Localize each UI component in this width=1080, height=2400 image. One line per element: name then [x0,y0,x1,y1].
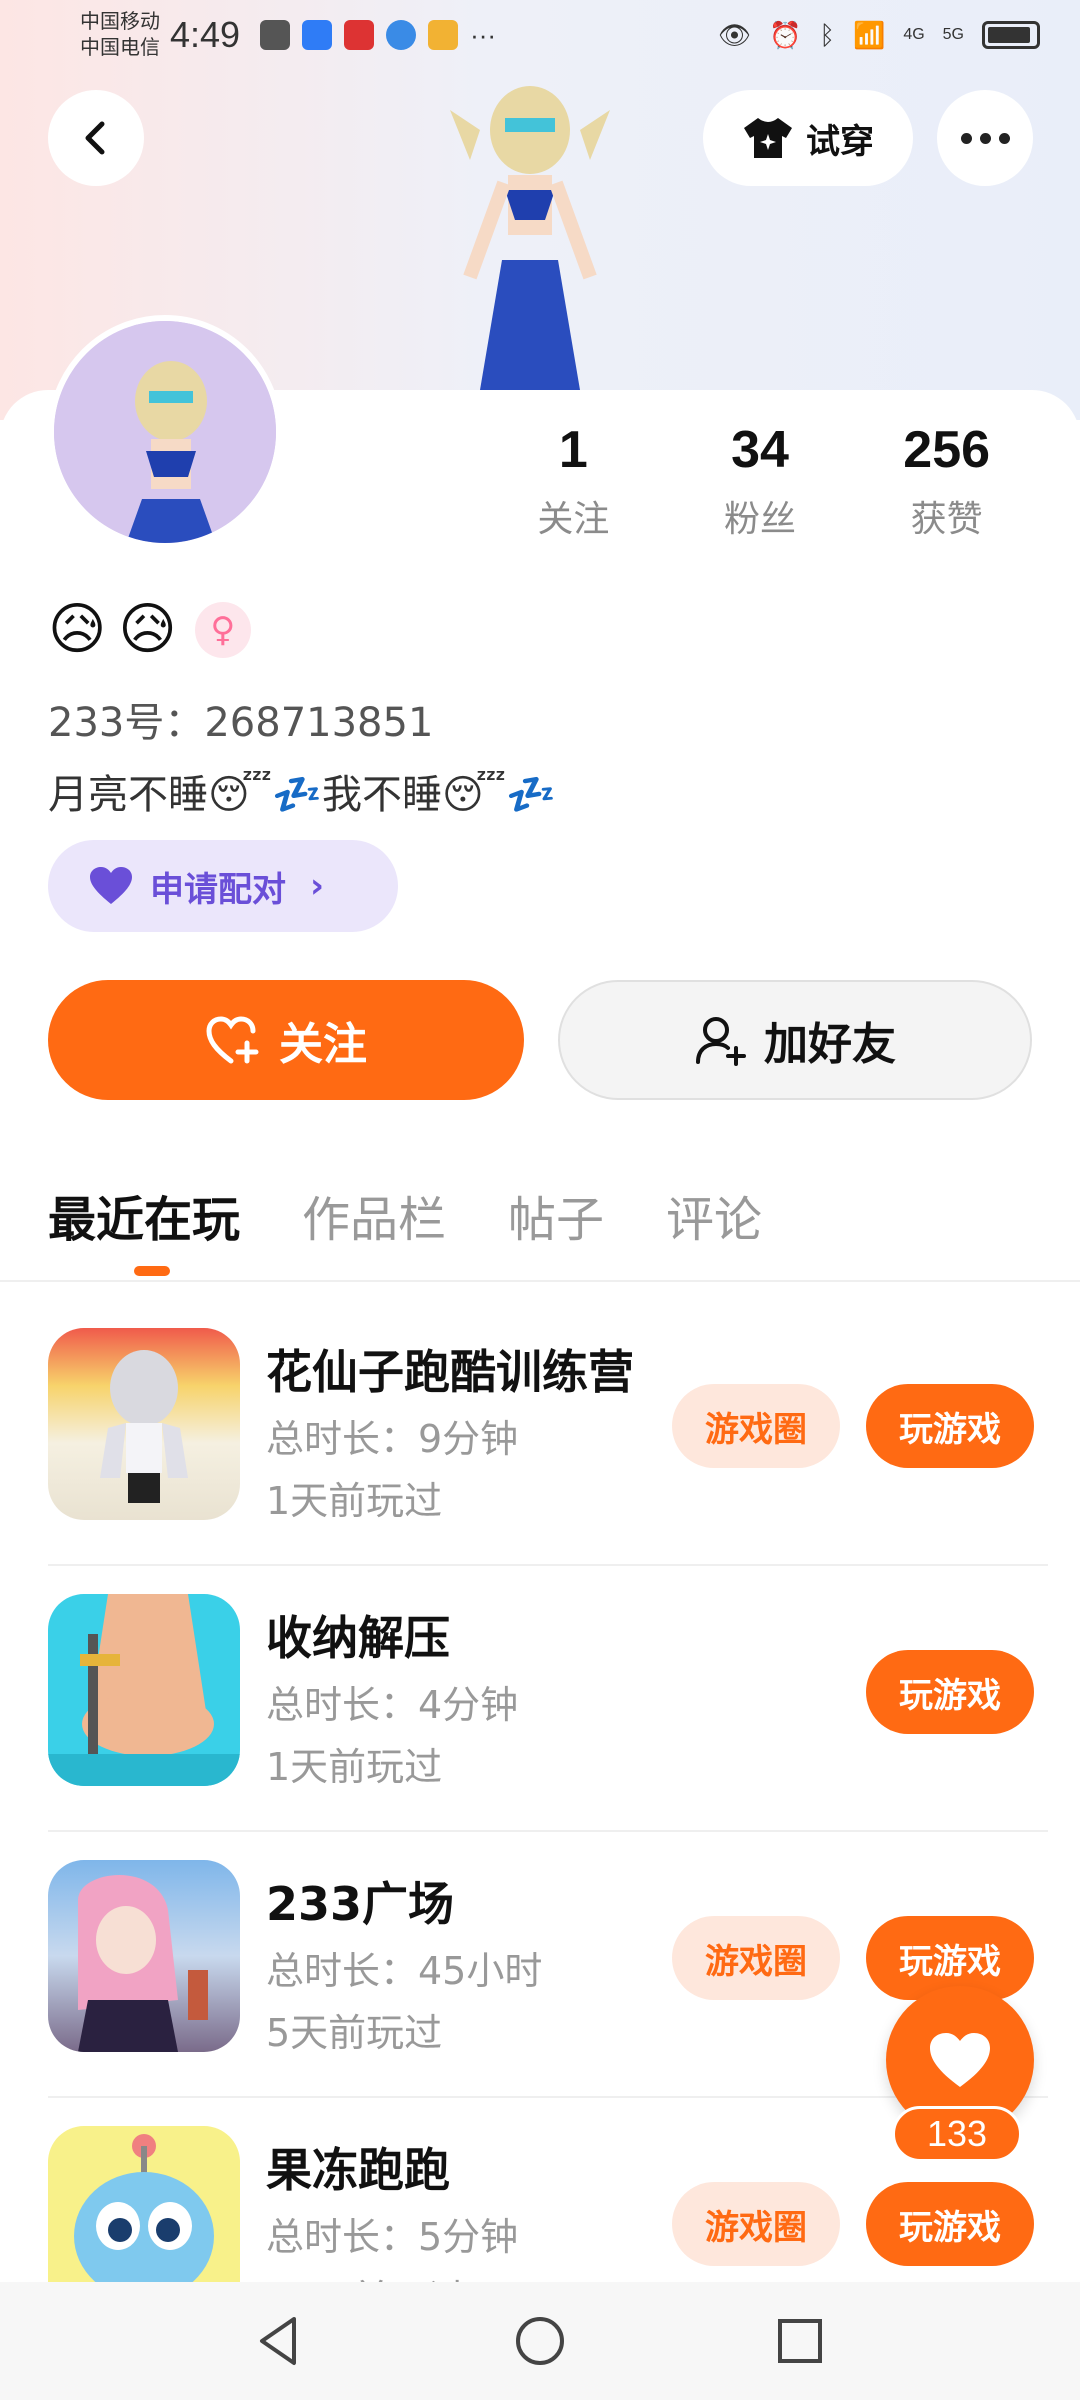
carrier-1: 中国移动 [80,11,160,33]
bio: 月亮不睡😴💤我不睡😴💤 [48,772,556,818]
game-duration: 总时长：45小时 [266,1949,543,1993]
game-art [100,1350,188,1503]
likes-count: 256 [903,421,991,479]
nickname-row: 😥 😥 ♀ [48,598,251,662]
notification-icons: ··· [260,20,496,51]
profile-stats: 1 关注 34 粉丝 256 获赞 [480,420,1040,542]
user-plus-icon [696,1017,746,1066]
following-label: 关注 [537,499,610,540]
stat-likes[interactable]: 256 获赞 [853,420,1040,542]
game-title: 花仙子跑酷训练营 [266,1345,634,1399]
heart-icon [930,2033,990,2087]
dot-icon [979,132,991,144]
request-pair-button[interactable]: 申请配对 › [48,840,398,932]
game-last-played: 1天前玩过 [266,1745,443,1789]
avatar[interactable] [48,315,282,549]
game-last-played: 5天前玩过 [266,2011,443,2055]
user-id[interactable]: 233号：268713851 [48,690,433,748]
fans-count: 34 [731,421,789,479]
game-icon [48,1860,240,2052]
game-title: 果冻跑跑 [266,2143,450,2197]
signal-4g: 4G [903,26,925,43]
try-on-label: 试穿 [806,121,874,162]
stat-following[interactable]: 1 关注 [480,420,667,542]
game-duration: 总时长：5分钟 [266,2215,519,2259]
battery-icon [982,21,1040,49]
game-icon [48,1594,240,1786]
nav-back-icon[interactable] [250,2311,310,2371]
nickname-emoji: 😥 [48,597,107,662]
game-title: 收纳解压 [266,1611,450,1665]
browser-icon [386,20,417,50]
game-circle-button[interactable]: 游戏圈 [672,1384,840,1468]
system-nav-bar [0,2282,1080,2400]
play-game-button[interactable]: 玩游戏 [866,1650,1034,1734]
tab-recently-played[interactable]: 最近在玩 [48,1180,240,1276]
system-status: 👁 ⏰ ᛒ 📶 4G 5G [718,20,1040,51]
shield-icon [302,20,333,50]
chevron-right-icon: › [310,866,325,906]
book-icon [344,20,375,50]
female-icon: ♀ [194,602,251,658]
heart-plus-icon [206,1016,259,1064]
dot-icon [998,132,1010,144]
app-notify-icon [260,20,291,50]
alarm-icon: ⏰ [768,19,802,50]
hero-avatar-figure [450,86,610,390]
status-bar: 中国移动 中国电信 4:49 ··· 👁 ⏰ ᛒ 📶 4G 5G [0,0,1080,70]
heart-icon [90,867,132,904]
game-circle-button[interactable]: 游戏圈 [672,1916,840,2000]
tshirt-icon [744,118,792,158]
game-row[interactable]: 花仙子跑酷训练营 总时长：9分钟 1天前玩过 游戏圈 玩游戏 [48,1300,1048,1566]
wifi-icon: 📶 [852,19,886,50]
stat-fans[interactable]: 34 粉丝 [667,420,854,542]
nav-recents-icon[interactable] [770,2311,830,2371]
likes-label: 获赞 [910,499,983,540]
recently-played-list: 花仙子跑酷训练营 总时长：9分钟 1天前玩过 游戏圈 玩游戏 收纳解压 总时长：… [48,1300,1048,2364]
tabs-divider [0,1280,1080,1282]
game-row[interactable]: 收纳解压 总时长：4分钟 1天前玩过 玩游戏 [48,1566,1048,1832]
bluetooth-icon: ᛒ [819,19,835,50]
request-pair-label: 申请配对 [150,869,286,910]
tab-works[interactable]: 作品栏 [302,1180,446,1250]
play-game-button[interactable]: 玩游戏 [866,1384,1034,1468]
back-button[interactable] [48,90,144,186]
add-friend-button[interactable]: 加好友 [558,980,1032,1100]
like-count-badge: 133 [892,2106,1022,2162]
chevron-left-icon [85,121,105,155]
game-title: 233广场 [266,1877,455,1931]
follow-label: 关注 [279,1019,367,1070]
app-icon [428,20,459,50]
game-duration: 总时长：4分钟 [266,1683,519,1727]
tab-comments[interactable]: 评论 [666,1180,762,1250]
fans-label: 粉丝 [724,499,797,540]
more-notify-icon: ··· [470,19,497,50]
dot-icon [960,132,972,144]
game-art [78,1875,208,2052]
following-count: 1 [558,421,588,479]
game-art [48,1594,240,1786]
clock: 4:49 [170,14,241,55]
follow-button[interactable]: 关注 [48,980,524,1100]
eye-icon: 👁 [717,19,751,50]
more-options-button[interactable] [937,90,1033,186]
carrier-info: 中国移动 中国电信 [80,9,160,61]
try-on-button[interactable]: 试穿 [703,90,913,186]
nav-home-icon[interactable] [510,2311,570,2371]
carrier-2: 中国电信 [80,37,160,59]
game-icon [48,1328,240,1520]
signal-5g: 5G [942,26,964,43]
add-friend-label: 加好友 [764,1019,896,1070]
tab-posts[interactable]: 帖子 [508,1180,604,1250]
game-duration: 总时长：9分钟 [266,1417,519,1461]
nickname-emoji: 😥 [118,597,177,662]
play-game-button[interactable]: 玩游戏 [866,2182,1034,2266]
profile-tabs: 最近在玩 作品栏 帖子 评论 [48,1180,824,1276]
game-circle-button[interactable]: 游戏圈 [672,2182,840,2266]
game-last-played: 1天前玩过 [266,1479,443,1523]
